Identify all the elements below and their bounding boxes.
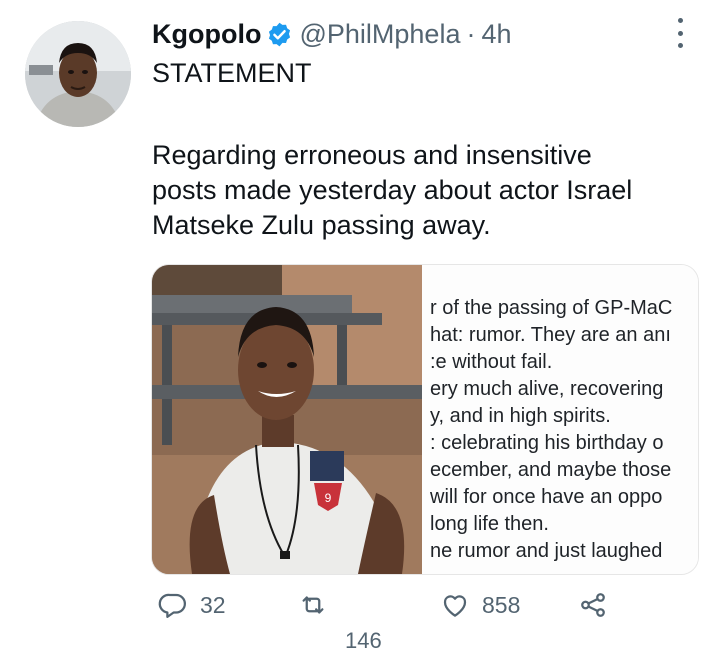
more-options-icon[interactable] (671, 18, 689, 48)
like-button[interactable]: 858 (440, 590, 520, 620)
document-line: : celebrating his birthday o (430, 432, 664, 454)
document-line: y, and in high spirits. (430, 405, 611, 427)
document-line: long life then. (430, 513, 549, 535)
tweet-text-line: Regarding erroneous and insensitive (152, 140, 592, 170)
document-line: ne rumor and just laughed (430, 540, 663, 562)
share-button[interactable] (578, 590, 608, 620)
reply-icon (158, 593, 186, 618)
header-separator: · (466, 18, 476, 49)
like-count: 858 (482, 591, 521, 618)
document-line: will for once have an oppo (430, 486, 663, 508)
share-icon (581, 593, 605, 617)
document-line: ery much alive, recovering (430, 378, 664, 400)
tweet-text-line: Matseke Zulu passing away. (152, 210, 491, 240)
retweet-button[interactable] (298, 590, 340, 620)
document-line: ecember, and maybe those (430, 459, 672, 481)
tweet-header: Kgopolo @PhilMphela · 4h (152, 16, 512, 52)
views-count: 146 (345, 628, 382, 653)
author-avatar[interactable] (25, 21, 131, 127)
retweet-icon (302, 596, 324, 614)
media-document: r of the passing of GP-MaC hat: rumor. T… (422, 265, 698, 574)
verified-badge-icon (269, 22, 291, 46)
tweet-text-line: posts made yesterday about actor Israel (152, 175, 633, 205)
author-name[interactable]: Kgopolo (152, 19, 261, 50)
tweet-text-line: STATEMENT (152, 58, 312, 88)
media-photo[interactable]: 9 (152, 265, 422, 574)
reply-count: 32 (200, 591, 226, 618)
document-line: hat: rumor. They are an anı (430, 324, 671, 346)
tweet-timestamp[interactable]: 4h (481, 19, 511, 50)
document-line: r of the passing of GP-MaC (430, 297, 673, 319)
author-handle[interactable]: @PhilMphela (299, 19, 460, 50)
avatar-image (25, 21, 131, 127)
heart-icon (443, 595, 467, 617)
tweet-media[interactable]: 9 r of the passing of GP-MaC hat: rumor.… (151, 264, 699, 575)
svg-text:9: 9 (325, 491, 332, 505)
document-line: :e without fail. (430, 351, 553, 373)
reply-button[interactable]: 32 (158, 590, 226, 620)
